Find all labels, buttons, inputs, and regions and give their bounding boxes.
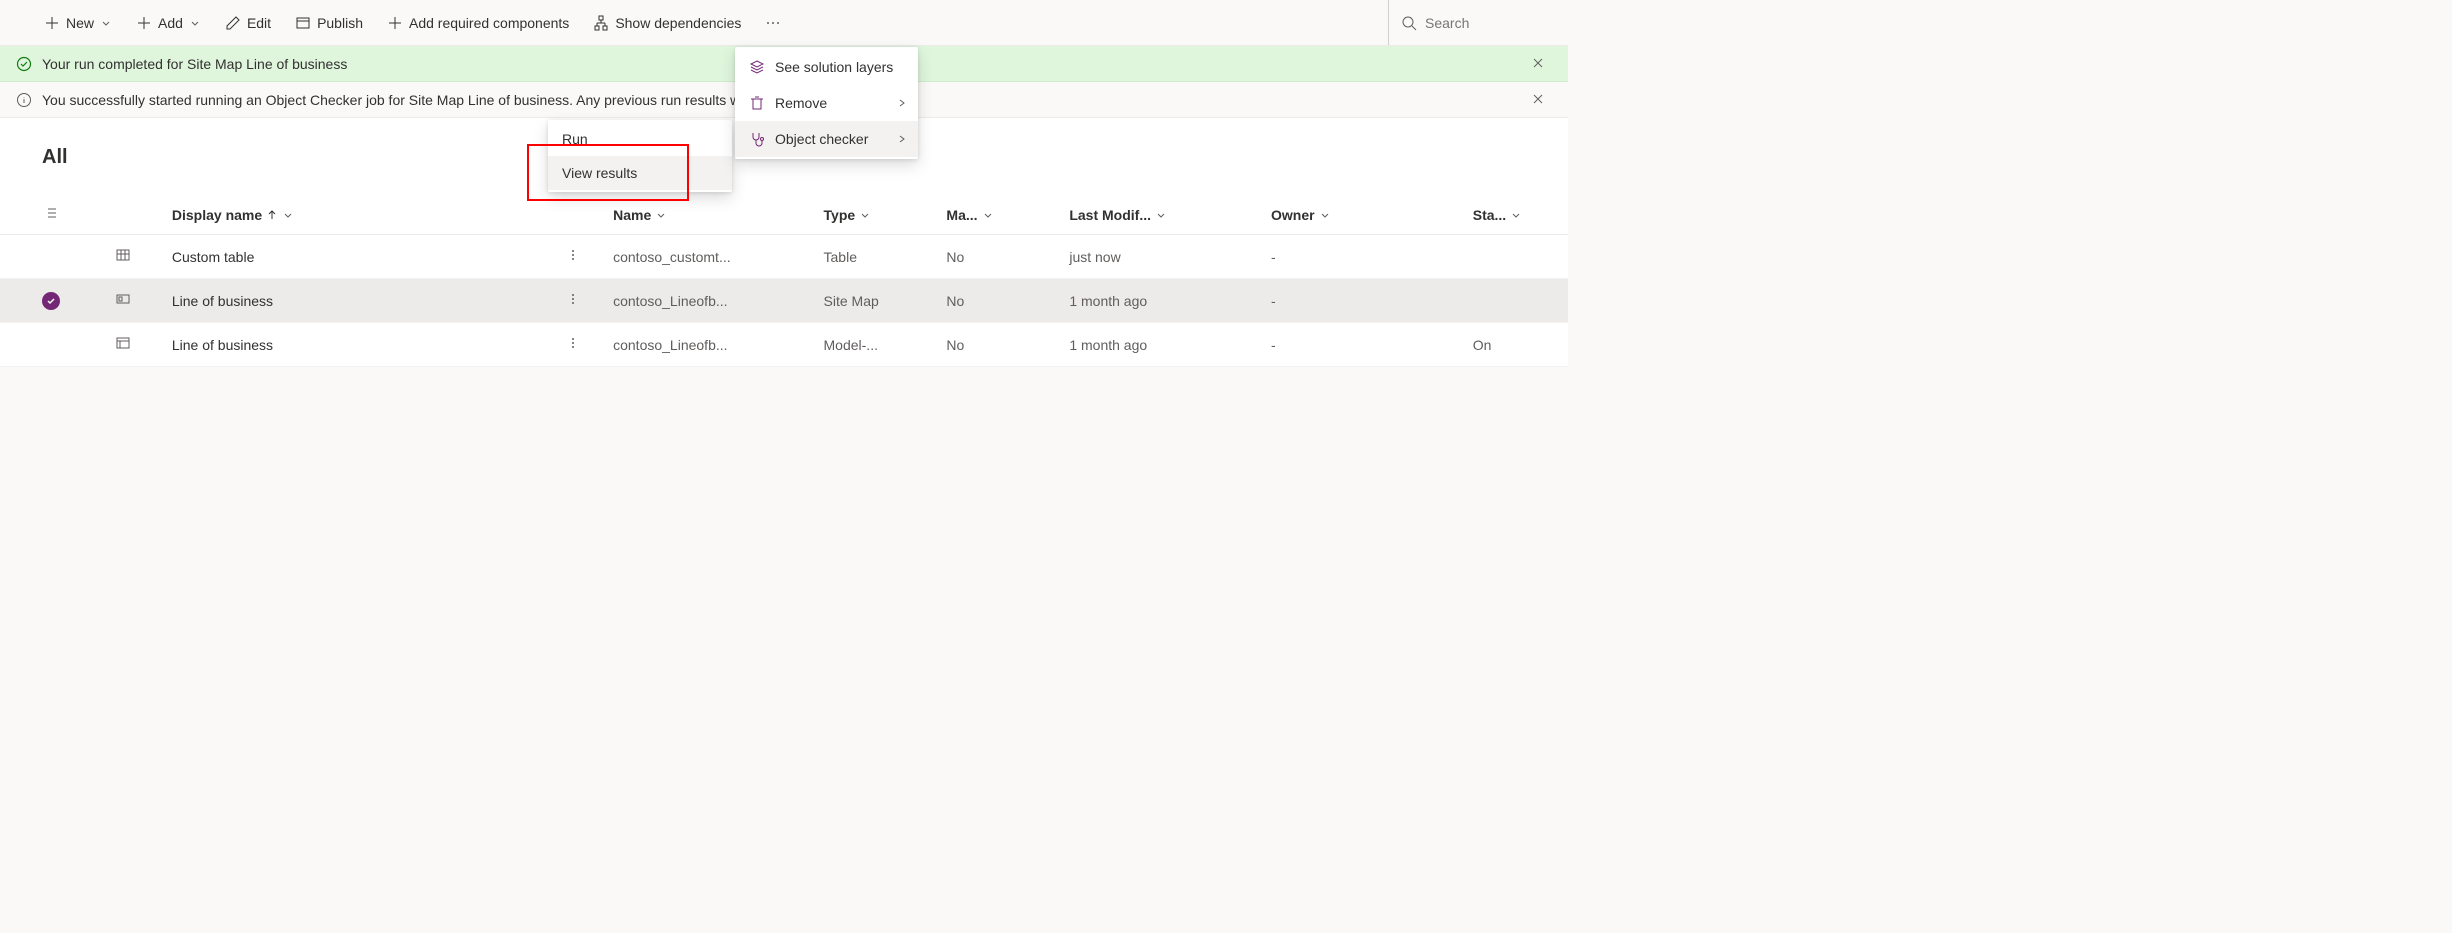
cell-owner: - <box>1263 279 1465 323</box>
publish-button[interactable]: Publish <box>283 0 375 45</box>
cell-name: contoso_Lineofb... <box>605 323 815 367</box>
row-checkbox-checked[interactable] <box>42 292 60 310</box>
close-icon <box>1532 93 1544 105</box>
object-checker-submenu: Run View results <box>548 120 732 192</box>
col-header-status[interactable]: Sta... <box>1465 195 1568 235</box>
chevron-down-icon <box>859 209 871 221</box>
dependency-icon <box>593 15 609 31</box>
cell-last-modified: just now <box>1061 235 1263 279</box>
cell-type: Site Map <box>816 279 939 323</box>
add-label: Add <box>158 15 183 31</box>
chevron-right-icon <box>896 97 908 109</box>
publish-icon <box>295 15 311 31</box>
info-text: You successfully started running an Obje… <box>42 92 844 108</box>
row-more-button[interactable] <box>566 337 580 353</box>
col-header-type[interactable]: Type <box>816 195 939 235</box>
layers-icon <box>749 59 765 75</box>
cell-managed: No <box>938 279 1061 323</box>
plus-icon <box>44 15 60 31</box>
menu-remove[interactable]: Remove <box>735 85 918 121</box>
more-icon <box>765 15 781 31</box>
chevron-down-icon <box>982 209 994 221</box>
chevron-down-icon <box>1510 209 1522 221</box>
components-table: Display name Name Type <box>0 195 1568 367</box>
sort-asc-icon <box>266 209 278 221</box>
show-deps-label: Show dependencies <box>615 15 741 31</box>
submenu-view-results[interactable]: View results <box>548 156 732 190</box>
cell-last-modified: 1 month ago <box>1061 279 1263 323</box>
add-required-label: Add required components <box>409 15 569 31</box>
row-type-icon <box>115 338 131 354</box>
cell-name: contoso_customt... <box>605 235 815 279</box>
search-input[interactable] <box>1425 15 1545 31</box>
checkmark-circle-icon <box>16 56 32 72</box>
new-button[interactable]: New <box>32 0 124 45</box>
col-header-display-name[interactable]: Display name <box>164 195 558 235</box>
cell-name: contoso_Lineofb... <box>605 279 815 323</box>
chevron-down-icon <box>655 209 667 221</box>
overflow-menu: See solution layers Remove Object checke… <box>735 47 918 159</box>
cell-managed: No <box>938 235 1061 279</box>
close-notification-button[interactable] <box>1532 56 1554 72</box>
cell-owner: - <box>1263 235 1465 279</box>
menu-see-solution-layers[interactable]: See solution layers <box>735 49 918 85</box>
edit-button[interactable]: Edit <box>213 0 283 45</box>
add-required-button[interactable]: Add required components <box>375 0 581 45</box>
col-header-managed[interactable]: Ma... <box>938 195 1061 235</box>
col-header-owner[interactable]: Owner <box>1263 195 1465 235</box>
pencil-icon <box>225 15 241 31</box>
cell-display-name: Line of business <box>164 323 558 367</box>
table-row[interactable]: Line of business contoso_Lineofb... Site… <box>0 279 1568 323</box>
stethoscope-icon <box>749 131 765 147</box>
col-header-last-modified[interactable]: Last Modif... <box>1061 195 1263 235</box>
cell-status <box>1465 279 1568 323</box>
cell-status <box>1465 235 1568 279</box>
new-label: New <box>66 15 94 31</box>
close-icon <box>1532 57 1544 69</box>
row-more-button[interactable] <box>566 249 580 265</box>
cell-display-name: Custom table <box>164 235 558 279</box>
success-text: Your run completed for Site Map Line of … <box>42 56 347 72</box>
row-type-icon <box>115 294 131 310</box>
cell-status: On <box>1465 323 1568 367</box>
chevron-down-icon <box>1155 209 1167 221</box>
chevron-down-icon <box>100 17 112 29</box>
edit-label: Edit <box>247 15 271 31</box>
trash-icon <box>749 95 765 111</box>
cell-display-name: Line of business <box>164 279 558 323</box>
cell-managed: No <box>938 323 1061 367</box>
cell-type: Model-... <box>816 323 939 367</box>
search-box[interactable] <box>1388 0 1568 45</box>
chevron-down-icon <box>189 17 201 29</box>
cell-last-modified: 1 month ago <box>1061 323 1263 367</box>
col-header-select[interactable] <box>0 195 107 235</box>
chevron-right-icon <box>896 133 908 145</box>
cell-type: Table <box>816 235 939 279</box>
publish-label: Publish <box>317 15 363 31</box>
table-row[interactable]: Line of business contoso_Lineofb... Mode… <box>0 323 1568 367</box>
chevron-down-icon <box>1319 209 1331 221</box>
plus-icon <box>387 15 403 31</box>
add-button[interactable]: Add <box>124 0 213 45</box>
plus-icon <box>136 15 152 31</box>
row-type-icon <box>115 250 131 266</box>
chevron-down-icon <box>282 209 294 221</box>
command-toolbar: New Add Edit Publish Add required compon… <box>0 0 1568 46</box>
toolbar-overflow-button[interactable] <box>753 0 793 45</box>
search-icon <box>1401 15 1417 31</box>
info-circle-icon <box>16 92 32 108</box>
submenu-run[interactable]: Run <box>548 122 732 156</box>
row-more-button[interactable] <box>566 293 580 309</box>
menu-object-checker[interactable]: Object checker <box>735 121 918 157</box>
show-dependencies-button[interactable]: Show dependencies <box>581 0 753 45</box>
cell-owner: - <box>1263 323 1465 367</box>
close-notification-button[interactable] <box>1532 92 1554 108</box>
list-icon <box>42 205 58 221</box>
col-header-name[interactable]: Name <box>605 195 815 235</box>
table-row[interactable]: Custom table contoso_customt... Table No… <box>0 235 1568 279</box>
